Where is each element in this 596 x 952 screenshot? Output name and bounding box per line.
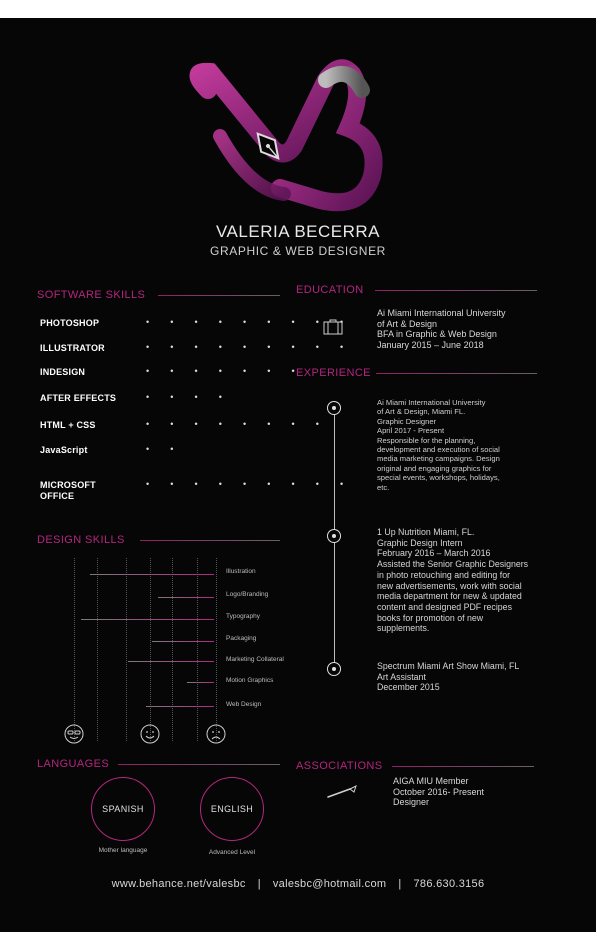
grid-line <box>172 558 173 741</box>
grid-line <box>97 558 98 741</box>
section-divider <box>140 540 280 541</box>
design-skill-bar <box>157 597 214 598</box>
language-circle-spanish: SPANISH <box>91 777 155 841</box>
sad-face-icon <box>206 724 226 744</box>
pen-brush-icon <box>327 785 357 798</box>
design-skill-bar <box>89 574 214 575</box>
software-skill-label: INDESIGN <box>40 367 86 377</box>
section-divider <box>158 295 280 296</box>
design-skill-label: Logo/Branding <box>226 591 269 598</box>
cool-face-icon <box>64 724 84 744</box>
vb-monogram-logo <box>189 59 383 212</box>
experience-entry: Ai Miami International University of Art… <box>377 398 500 492</box>
software-skill-rating: • • • • • • • • <box>146 419 329 429</box>
section-title-associations: ASSOCIATIONS <box>296 760 383 772</box>
experience-entry: Spectrum Miami Art Show Miami, FL Art As… <box>377 661 520 693</box>
software-skill-rating: • • • • • • • <box>146 366 304 376</box>
timeline-node <box>327 401 341 415</box>
candidate-name: VALERIA BECERRA <box>215 222 381 241</box>
software-skill-label: MICROSOFT OFFICE <box>40 480 96 501</box>
section-divider <box>118 764 280 765</box>
grid-line <box>150 558 151 741</box>
timeline-node <box>327 662 341 676</box>
experience-entry: 1 Up Nutrition Miami, FL. Graphic Design… <box>377 527 529 634</box>
software-skill-label: ILLUSTRATOR <box>40 343 105 353</box>
section-title-languages: LANGUAGES <box>37 758 110 770</box>
timeline-node <box>327 529 341 543</box>
education-entry: Ai Miami International University of Art… <box>377 308 506 350</box>
design-skill-label: Packaging <box>226 635 257 642</box>
design-skill-bar <box>80 619 214 620</box>
design-skill-label: Marketing Collateral <box>226 656 284 663</box>
grid-line <box>74 558 75 741</box>
design-skill-bar <box>145 706 214 707</box>
footer-separator: | <box>257 878 261 890</box>
software-skill-label: PHOTOSHOP <box>40 318 100 328</box>
section-title-design-skills: DESIGN SKILLS <box>37 534 125 546</box>
language-level: Mother language <box>98 847 148 854</box>
language-circle-english: ENGLISH <box>200 777 264 841</box>
software-skill-label: AFTER EFFECTS <box>40 393 117 403</box>
phone-number: 786.630.3156 <box>413 878 485 890</box>
design-skill-label: Motion Graphics <box>226 677 274 684</box>
software-skill-rating: • • • • • • • • • <box>146 317 353 327</box>
section-title-education: EDUCATION <box>296 284 364 296</box>
section-divider <box>375 290 537 291</box>
grid-line <box>216 558 217 741</box>
software-skill-rating: • • • • • • • • • <box>146 342 353 352</box>
section-divider <box>376 373 537 374</box>
footer-separator: | <box>398 878 402 890</box>
design-skill-label: Typography <box>226 613 260 620</box>
section-title-experience: EXPERIENCE <box>296 367 371 379</box>
design-skill-bar <box>151 641 214 642</box>
section-divider <box>392 766 534 767</box>
grid-line <box>197 558 198 741</box>
design-skill-label: Web Design <box>226 701 262 708</box>
software-skill-label: JavaScript <box>40 445 88 455</box>
smile-face-icon <box>140 724 160 744</box>
design-skill-label: Illustration <box>226 568 256 575</box>
resume-page: VALERIA BECERRA GRAPHIC & WEB DESIGNER S… <box>0 18 596 932</box>
design-skill-bar <box>128 661 214 662</box>
software-skill-label: HTML + CSS <box>40 420 96 430</box>
grid-line <box>126 558 127 741</box>
design-skill-bar <box>187 682 214 683</box>
software-skill-rating: • • • • • • • • • <box>146 479 353 489</box>
software-skill-rating: • • • • <box>146 392 232 402</box>
section-title-software-skills: SOFTWARE SKILLS <box>37 289 146 301</box>
language-level: Advanced Level <box>208 849 256 856</box>
contact-footer: www.behance.net/valesbc | valesbc@hotmail.… <box>0 878 596 890</box>
website-link[interactable]: www.behance.net/valesbc <box>112 878 246 890</box>
briefcase-icon <box>323 319 343 335</box>
email-link[interactable]: valesbc@hotmail.com <box>273 878 386 890</box>
software-skill-rating: • • <box>146 444 183 454</box>
association-entry: AIGA MIU Member October 2016- Present De… <box>393 776 485 807</box>
candidate-role: GRAPHIC & WEB DESIGNER <box>210 244 386 258</box>
